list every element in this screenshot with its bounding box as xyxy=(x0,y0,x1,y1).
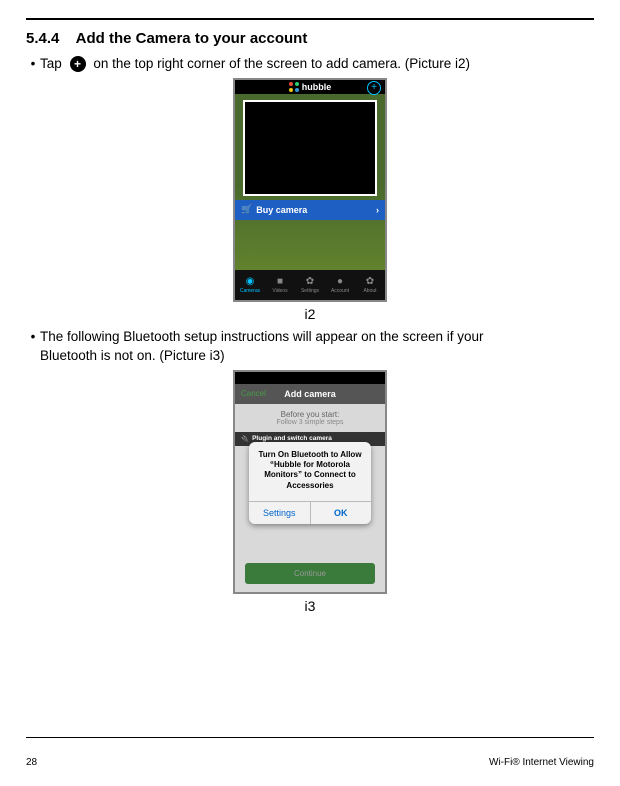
buy-camera-row[interactable]: 🛒 Buy camera › xyxy=(235,200,385,220)
add-camera-header: Cancel Add camera xyxy=(235,384,385,404)
figure-i2: hubble + 🛒 Buy camera › ◉ Cameras ■ xyxy=(26,78,594,322)
tab-about[interactable]: ✿ About xyxy=(355,270,385,300)
chevron-right-icon: › xyxy=(376,205,379,215)
tab-account[interactable]: ● Account xyxy=(325,270,355,300)
cart-icon: 🛒 xyxy=(241,204,252,215)
hubble-logo-icon xyxy=(289,82,299,92)
status-bar xyxy=(235,372,385,384)
plug-icon: 🔌 xyxy=(241,435,249,443)
page-footer: 28 Wi-Fi® Internet Viewing xyxy=(26,757,594,768)
tab-label: Videos xyxy=(272,288,287,294)
bluetooth-alert: Turn On Bluetooth to Allow “Hubble for M… xyxy=(249,442,371,525)
cancel-button[interactable]: Cancel xyxy=(241,389,266,398)
hubble-logo: hubble xyxy=(289,82,332,92)
top-rule xyxy=(26,18,594,20)
buy-label: Buy camera xyxy=(256,205,307,215)
figure-i3: Cancel Add camera Before you start: Foll… xyxy=(26,370,594,614)
continue-button[interactable]: Continue xyxy=(245,563,375,584)
alert-settings-button[interactable]: Settings xyxy=(249,502,311,524)
bullet-1-text: Tap + on the top right corner of the scr… xyxy=(40,55,594,74)
tab-label: Cameras xyxy=(240,288,260,294)
tab-settings[interactable]: ✿ Settings xyxy=(295,270,325,300)
tab-label: Account xyxy=(331,288,349,294)
header-title: Add camera xyxy=(284,389,336,399)
phone-mock-2: Cancel Add camera Before you start: Foll… xyxy=(233,370,387,594)
bullet2-line2: Bluetooth is not on. (Picture i3) xyxy=(40,348,225,363)
bullet-dot: • xyxy=(26,328,40,347)
camera-icon: ◉ xyxy=(246,276,255,287)
gear-icon: ✿ xyxy=(306,276,314,287)
caption-i3: i3 xyxy=(26,598,594,614)
footer-label: Wi-Fi® Internet Viewing xyxy=(489,757,594,768)
alert-message: Turn On Bluetooth to Allow “Hubble for M… xyxy=(249,442,371,502)
bullet1-pre: Tap xyxy=(40,56,62,71)
section-number: 5.4.4 xyxy=(26,30,72,47)
tab-videos[interactable]: ■ Videos xyxy=(265,270,295,300)
app-header: hubble + xyxy=(235,80,385,94)
video-preview xyxy=(243,100,377,196)
tab-label: Settings xyxy=(301,288,319,294)
alert-ok-button[interactable]: OK xyxy=(311,502,372,524)
pre-title: Before you start: xyxy=(243,410,377,419)
bullet2-line1: The following Bluetooth setup instructio… xyxy=(40,329,484,344)
section-title: Add the Camera to your account xyxy=(76,30,308,47)
pre-sub: Follow 3 simple steps xyxy=(243,419,377,426)
page-number: 28 xyxy=(26,757,37,768)
caption-i2: i2 xyxy=(26,306,594,322)
about-icon: ✿ xyxy=(366,276,374,287)
bullet-1: • Tap + on the top right corner of the s… xyxy=(26,55,594,74)
footer-rule xyxy=(26,737,594,738)
bullet-2: • The following Bluetooth setup instruct… xyxy=(26,328,594,366)
section-heading: 5.4.4 Add the Camera to your account xyxy=(26,30,594,47)
tab-bar: ◉ Cameras ■ Videos ✿ Settings ● Account … xyxy=(235,270,385,300)
bullet1-post: on the top right corner of the screen to… xyxy=(93,56,470,71)
phone-mock-1: hubble + 🛒 Buy camera › ◉ Cameras ■ xyxy=(233,78,387,302)
tab-label: About xyxy=(363,288,376,294)
pre-start: Before you start: Follow 3 simple steps xyxy=(235,404,385,428)
bullet-2-text: The following Bluetooth setup instructio… xyxy=(40,328,594,366)
add-camera-icon[interactable]: + xyxy=(367,81,381,95)
plus-icon: + xyxy=(70,56,86,72)
account-icon: ● xyxy=(337,276,343,287)
tab-cameras[interactable]: ◉ Cameras xyxy=(235,270,265,300)
bullet-dot: • xyxy=(26,55,40,74)
hubble-logo-text: hubble xyxy=(302,82,332,92)
video-icon: ■ xyxy=(277,276,283,287)
